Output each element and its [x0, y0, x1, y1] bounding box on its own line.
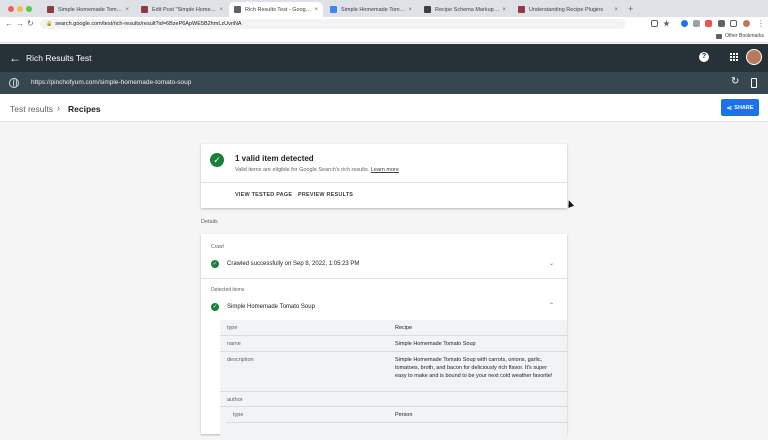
close-window-button[interactable]: [8, 6, 14, 12]
breadcrumb-test-results[interactable]: Test results: [10, 104, 53, 114]
table-row: description Simple Homemade Tomato Soup …: [220, 352, 567, 392]
table-row: author: [220, 392, 567, 407]
globe-icon: [9, 78, 19, 88]
valid-items-card: ✓ 1 valid item detected Valid items are …: [201, 144, 575, 208]
valid-items-subtext: Valid items are eligible for Google Sear…: [235, 167, 399, 173]
main-content: ✓ 1 valid item detected Valid items are …: [0, 123, 768, 440]
app-title: Rich Results Test: [26, 53, 92, 63]
crawl-section-label: Crawl: [211, 244, 224, 250]
profile-avatar[interactable]: [743, 20, 750, 27]
extension-icon[interactable]: [693, 20, 700, 27]
tab-favicon-icon: [141, 6, 148, 13]
check-circle-icon: ✓: [210, 153, 224, 167]
tab-favicon-icon: [234, 6, 241, 13]
browser-tab-active[interactable]: Rich Results Test - Google Se ×: [229, 2, 323, 17]
retest-refresh-icon[interactable]: ↻: [731, 76, 739, 87]
tab-favicon-icon: [330, 6, 337, 13]
browser-menu-icon[interactable]: ⋮: [757, 19, 765, 29]
breadcrumb-recipes: Recipes: [68, 104, 101, 114]
bookmarks-bar: Other Bookmarks: [0, 31, 768, 43]
browser-forward-icon[interactable]: →: [16, 19, 24, 29]
browser-tab[interactable]: Recipe Schema Markup | Dev ×: [419, 2, 511, 17]
back-arrow-icon[interactable]: ←: [9, 51, 21, 65]
share-button[interactable]: ⋖ SHARE: [721, 99, 759, 116]
tab-close-icon[interactable]: ×: [614, 7, 618, 13]
avatar[interactable]: [746, 49, 762, 65]
other-bookmarks-folder[interactable]: Other Bookmarks: [716, 33, 764, 39]
check-circle-icon: ✓: [211, 303, 219, 311]
lock-icon: 🔒: [46, 21, 53, 27]
tab-favicon-icon: [518, 6, 525, 13]
details-heading: Details: [201, 219, 218, 225]
divider: [201, 278, 567, 279]
table-row: type Recipe: [220, 320, 567, 336]
tab-close-icon[interactable]: ×: [314, 7, 318, 13]
app-header: ← Rich Results Test ?: [0, 44, 768, 72]
browser-reload-icon[interactable]: ↻: [27, 19, 34, 29]
chevron-up-icon[interactable]: ⌃: [549, 302, 554, 309]
tab-favicon-icon: [47, 6, 54, 13]
tab-close-icon[interactable]: ×: [408, 7, 412, 13]
tab-favicon-icon: [424, 6, 431, 13]
tested-url[interactable]: https://pinchofyum.com/simple-homemade-t…: [31, 79, 191, 86]
browser-tab[interactable]: Simple Homemade Tomato Sou ×: [42, 2, 134, 17]
browser-tab-strip: Simple Homemade Tomato Sou × Edit Post "…: [0, 0, 768, 17]
bookmark-star-icon[interactable]: [663, 20, 670, 27]
apps-grid-icon[interactable]: [730, 53, 738, 61]
share-icon: ⋖: [726, 104, 733, 112]
browser-toolbar: ← → ↻ 🔒 search.google.com/test/rich-resu…: [0, 17, 768, 31]
divider: [201, 182, 567, 183]
detected-items-label: Detected items: [211, 287, 245, 293]
sidebar-panel-icon[interactable]: [730, 20, 737, 27]
new-tab-icon[interactable]: +: [628, 4, 633, 14]
detected-item-name[interactable]: Simple Homemade Tomato Soup: [227, 304, 315, 310]
browser-tab[interactable]: Edit Post "Simple Homemade ×: [136, 2, 228, 17]
share-page-icon[interactable]: [651, 20, 658, 27]
preview-results-button[interactable]: PREVIEW RESULTS: [298, 192, 353, 198]
learn-more-link[interactable]: Learn more: [371, 167, 399, 173]
extensions-puzzle-icon[interactable]: [718, 20, 725, 27]
tab-close-icon[interactable]: ×: [502, 7, 506, 13]
view-tested-page-button[interactable]: VIEW TESTED PAGE: [235, 192, 292, 198]
details-card: Crawl ✓ Crawled successfully on Sep 8, 2…: [201, 234, 567, 440]
maximize-window-button[interactable]: [26, 6, 32, 12]
check-circle-icon: ✓: [211, 260, 219, 268]
table-row: name Simple Homemade Tomato Soup: [220, 336, 567, 352]
extension-icon[interactable]: [681, 20, 688, 27]
browser-tab[interactable]: Simple Homemade Tomato So ×: [325, 2, 417, 17]
valid-items-headline: 1 valid item detected: [235, 154, 314, 163]
chevron-down-icon[interactable]: ⌄: [549, 260, 554, 267]
item-properties-table: type Recipe name Simple Homemade Tomato …: [220, 320, 567, 440]
tested-url-bar: https://pinchofyum.com/simple-homemade-t…: [0, 72, 768, 94]
extension-icon[interactable]: [705, 20, 712, 27]
browser-back-icon[interactable]: ←: [5, 19, 13, 29]
tab-close-icon[interactable]: ×: [125, 7, 129, 13]
crawl-status: Crawled successfully on Sep 8, 2022, 1:0…: [227, 261, 360, 267]
browser-tab[interactable]: Understanding Recipe Plugins ×: [513, 2, 623, 17]
address-bar[interactable]: 🔒 search.google.com/test/rich-results/re…: [40, 19, 626, 29]
folder-icon: [716, 33, 723, 39]
help-icon[interactable]: ?: [699, 52, 709, 62]
minimize-window-button[interactable]: [17, 6, 23, 12]
smartphone-icon[interactable]: [751, 78, 757, 88]
mouse-cursor-icon: [565, 199, 575, 208]
breadcrumb: Test results › Recipes ⋖ SHARE: [0, 94, 768, 122]
chevron-right-icon: ›: [57, 103, 60, 113]
table-row: type Person: [226, 407, 567, 423]
tab-close-icon[interactable]: ×: [219, 7, 223, 13]
